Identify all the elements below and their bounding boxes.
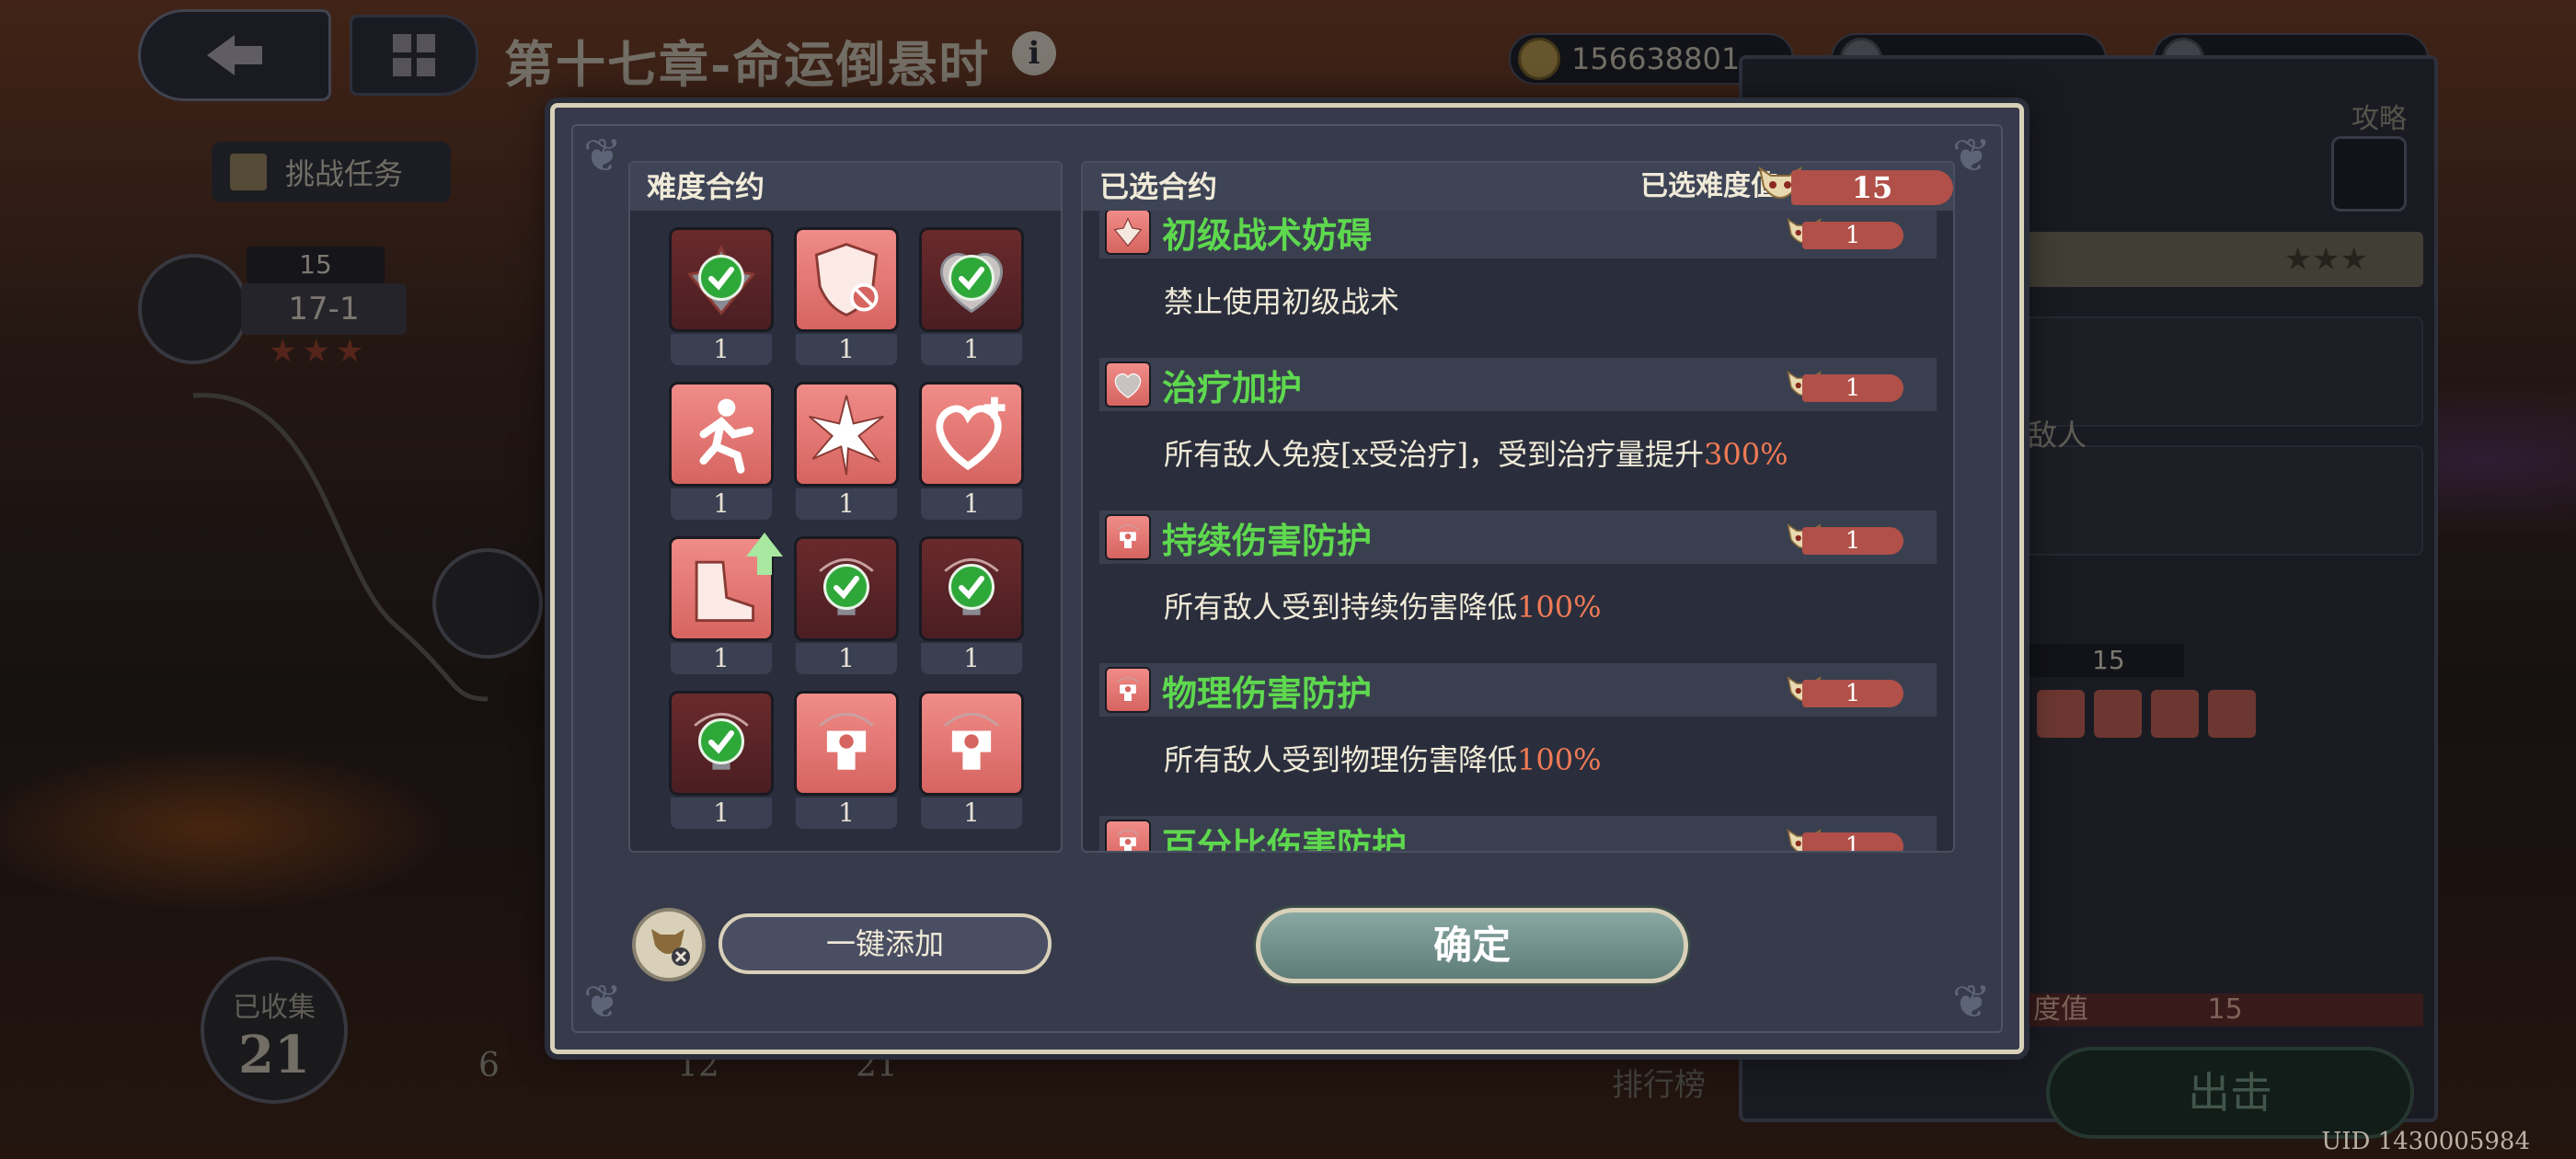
thorn-crest-icon — [819, 713, 874, 770]
contract-description-text: 所有敌人免疫[x受治疗]，受到治疗量提升 — [1164, 437, 1705, 472]
contract-description-text: 禁止使用初级战术 — [1164, 284, 1400, 319]
contract-tile[interactable]: 1 — [669, 227, 774, 365]
contract-title: 物理伤害防护 — [1162, 671, 1373, 714]
contract-grid-title: 难度合约 — [630, 163, 1061, 211]
contract-tile-face — [794, 691, 899, 796]
corner-ornament-icon: ❦ — [1952, 975, 1991, 1028]
contract-tile-count: 1 — [671, 488, 772, 520]
contract-tile[interactable]: 1 — [669, 533, 783, 674]
clear-contracts-button[interactable] — [632, 908, 706, 981]
contract-tile-count: 1 — [921, 643, 1022, 674]
checkmark-icon — [823, 564, 869, 610]
contract-title: 初级战术妨碍 — [1162, 213, 1373, 256]
contract-description-highlight: 100% — [1517, 590, 1602, 625]
boot-speed-icon — [695, 560, 754, 622]
uid-label: UID 1430005984 — [2321, 1128, 2530, 1155]
contract-description: 所有敌人免疫[x受治疗]，受到治疗量提升300% — [1164, 431, 1788, 474]
contract-tile-count: 1 — [796, 334, 897, 365]
checkmark-icon — [698, 718, 744, 764]
contract-tile[interactable]: 1 — [794, 382, 899, 520]
contract-cost: 1 — [1802, 680, 1903, 707]
selected-difficulty-value: 15 — [1791, 170, 1953, 205]
selected-contracts-title: 已选合约 已选难度值 15 — [1083, 163, 1953, 211]
contract-tile[interactable]: 1 — [919, 227, 1024, 365]
thorn-crest-icon — [1105, 667, 1151, 713]
contract-cost: 1 — [1802, 222, 1903, 249]
contract-grid-panel: 难度合约 111111111111 — [628, 161, 1063, 853]
contract-tile-count: 1 — [796, 643, 897, 674]
contract-tile[interactable]: 1 — [794, 691, 899, 829]
selected-contract-item[interactable]: 持续伤害防护 1 所有敌人受到持续伤害降低100% — [1099, 511, 1937, 663]
contract-description-highlight: 100% — [1517, 742, 1602, 777]
thorn-crest-icon — [1105, 514, 1151, 560]
contract-tile-face — [919, 691, 1024, 796]
contract-tile-count: 1 — [921, 334, 1022, 365]
contract-tile-face — [919, 382, 1024, 487]
contract-tile[interactable]: 1 — [919, 691, 1024, 829]
thorn-crest-icon — [1105, 820, 1151, 851]
contract-description-highlight: 300% — [1704, 437, 1788, 472]
selected-contracts-panel: 已选合约 已选难度值 15 初级战术妨碍 1 禁止使用初级战术治疗加护 1 所有敌人免疫… — [1081, 161, 1955, 853]
contract-description: 所有敌人受到物理伤害降低100% — [1164, 737, 1602, 779]
contract-tile-face — [669, 382, 774, 487]
contract-cost: 1 — [1802, 832, 1903, 851]
contract-tile[interactable]: 1 — [919, 382, 1024, 520]
contract-tile[interactable]: 1 — [669, 691, 774, 829]
selected-contract-list[interactable]: 初级战术妨碍 1 禁止使用初级战术治疗加护 1 所有敌人免疫[x受治疗]，受到治疗量提升… — [1099, 211, 1937, 851]
primary-tactics-icon — [1105, 211, 1151, 255]
contract-title: 治疗加护 — [1162, 366, 1303, 408]
contract-title-row: 治疗加护 1 — [1099, 358, 1937, 411]
selected-contract-item[interactable]: 初级战术妨碍 1 禁止使用初级战术 — [1099, 211, 1937, 358]
contract-tile-face — [794, 382, 899, 487]
contract-description-text: 所有敌人受到持续伤害降低 — [1164, 590, 1518, 625]
contract-title-row: 持续伤害防护 1 — [1099, 511, 1937, 564]
selected-contract-item[interactable]: 治疗加护 1 所有敌人免疫[x受治疗]，受到治疗量提升300% — [1099, 358, 1937, 511]
running-figure-icon — [699, 398, 754, 474]
selected-contracts-title-text: 已选合约 — [1099, 169, 1218, 204]
selected-contract-item[interactable]: 物理伤害防护 1 所有敌人受到物理伤害降低100% — [1099, 663, 1937, 816]
contract-tile-count: 1 — [921, 798, 1022, 829]
contract-title: 持续伤害防护 — [1162, 519, 1373, 561]
corner-ornament-icon: ❦ — [583, 975, 622, 1028]
contract-title-row: 初级战术妨碍 1 — [1099, 211, 1937, 258]
contract-description-text: 所有敌人受到物理伤害降低 — [1164, 742, 1518, 777]
contract-cost: 1 — [1802, 374, 1903, 402]
contract-tile[interactable]: 1 — [794, 536, 899, 674]
star-burst-icon — [809, 395, 884, 476]
contract-tile[interactable]: 1 — [794, 227, 899, 365]
difficulty-contract-dialog: ❦ ❦ ❦ ❦ 难度合约 111111111111 已选合约 已选难度值 15 … — [550, 103, 2024, 1054]
contract-description: 禁止使用初级战术 — [1164, 279, 1399, 321]
thorn-crest-icon — [944, 713, 999, 770]
checkmark-icon — [698, 255, 744, 301]
add-all-button[interactable]: 一键添加 — [719, 913, 1052, 974]
contract-tile-count: 1 — [671, 334, 772, 365]
contract-tile-face — [794, 227, 899, 332]
contract-title: 百分比伤害防护 — [1162, 824, 1408, 852]
clear-mask-icon — [651, 929, 690, 966]
confirm-button[interactable]: 确定 — [1256, 908, 1688, 983]
contract-title-row: 物理伤害防护 1 — [1099, 663, 1937, 717]
contract-description: 所有敌人受到持续伤害降低100% — [1164, 584, 1602, 626]
contract-title-row: 百分比伤害防护 1 — [1099, 816, 1937, 851]
checkmark-icon — [949, 564, 995, 610]
heart-plus-icon — [936, 396, 1006, 471]
corner-ornament-icon: ❦ — [583, 129, 622, 182]
contract-tile-count: 1 — [921, 488, 1022, 520]
contract-tile[interactable]: 1 — [919, 536, 1024, 674]
contract-tile-count: 1 — [796, 798, 897, 829]
contract-tile[interactable]: 1 — [669, 382, 774, 520]
shield-ban-icon — [814, 243, 879, 316]
contract-tile-count: 1 — [796, 488, 897, 520]
selected-contract-item[interactable]: 百分比伤害防护 1 — [1099, 816, 1937, 851]
contract-tile-count: 1 — [671, 643, 772, 674]
checkmark-icon — [949, 255, 995, 301]
contract-cost: 1 — [1802, 527, 1903, 555]
contract-tile-count: 1 — [671, 798, 772, 829]
heart-icon — [1105, 361, 1151, 407]
